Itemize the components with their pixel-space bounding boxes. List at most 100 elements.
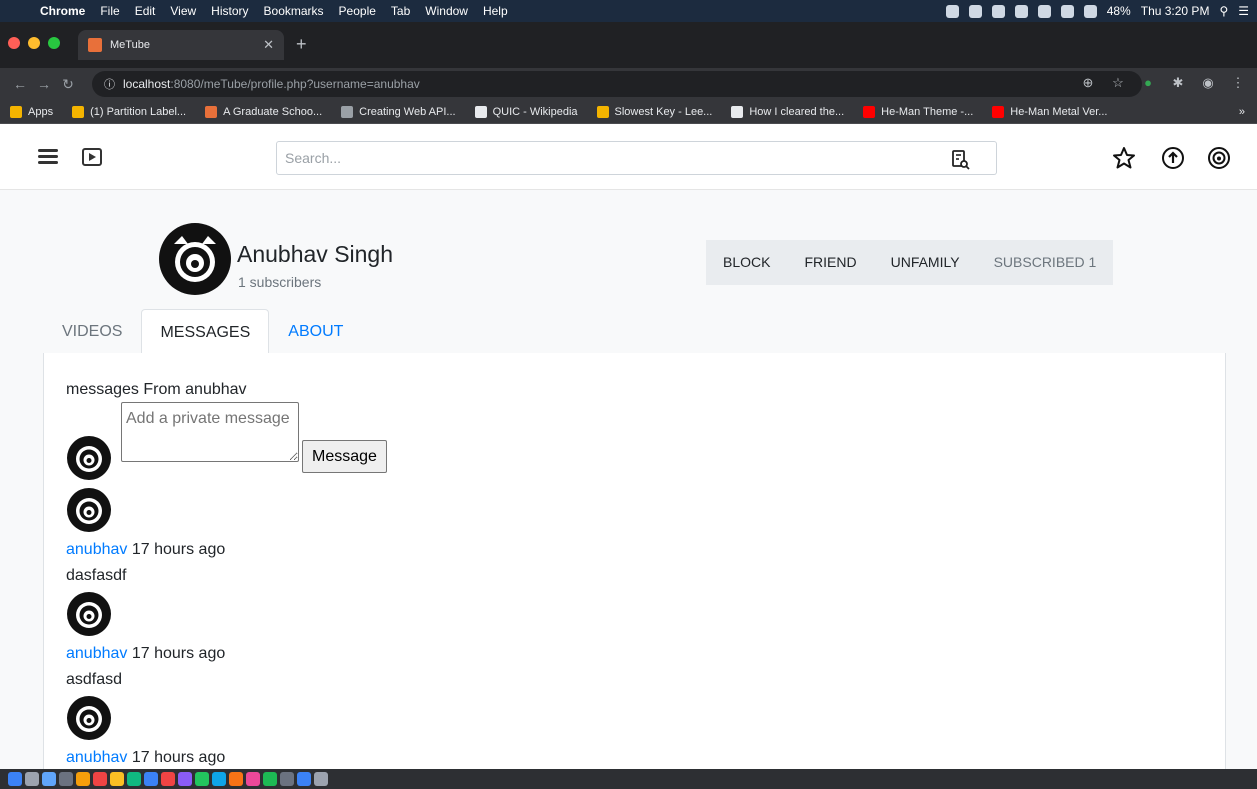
menu-help[interactable]: Help (483, 4, 508, 18)
more-bookmarks-icon[interactable]: » (1239, 106, 1245, 118)
bookmark-item[interactable]: He-Man Theme -... (863, 105, 973, 118)
bookmark-item[interactable]: (1) Partition Label... (72, 105, 186, 118)
app-icon[interactable] (297, 772, 311, 786)
bookmark-item[interactable]: How I cleared the... (731, 105, 844, 118)
close-tab-icon[interactable]: ✕ (263, 37, 274, 53)
subscribed-button[interactable]: SUBSCRIBED 1 (977, 240, 1114, 285)
spotify-icon[interactable] (263, 772, 277, 786)
tab-videos[interactable]: VIDEOS (43, 309, 141, 354)
launchpad-icon[interactable] (25, 772, 39, 786)
bookmarks-bar: Apps (1) Partition Label... A Graduate S… (0, 100, 1257, 124)
bookmark-item[interactable]: He-Man Metal Ver... (992, 105, 1107, 118)
close-window-icon[interactable] (8, 37, 20, 49)
send-message-button[interactable]: Message (302, 440, 387, 473)
app-icon[interactable] (110, 772, 124, 786)
avatar (67, 696, 111, 740)
menu-people[interactable]: People (339, 4, 376, 18)
search-icon[interactable]: ⚲ (1219, 4, 1228, 18)
address-bar[interactable]: ⓘ localhost :8080/meTube/profile.php?use… (92, 71, 1142, 97)
tray-icon[interactable] (1014, 4, 1028, 18)
message-text: dasfasdf (66, 567, 127, 584)
app-icon[interactable] (59, 772, 73, 786)
tray-icon[interactable] (991, 4, 1005, 18)
tray-icon[interactable] (1037, 4, 1051, 18)
menu-bookmarks[interactable]: Bookmarks (264, 4, 324, 18)
grammarly-icon[interactable]: ● (1139, 74, 1157, 92)
message-author-link[interactable]: anubhav (66, 749, 127, 766)
clock[interactable]: Thu 3:20 PM (1141, 4, 1210, 18)
tray-icon[interactable] (968, 4, 982, 18)
bookmark-star-icon[interactable]: ☆ (1109, 74, 1127, 92)
message-meta: anubhav 17 hours ago (66, 749, 225, 767)
menu-window[interactable]: Window (425, 4, 468, 18)
hamburger-menu-icon[interactable] (38, 149, 58, 165)
star-icon[interactable] (1112, 146, 1136, 170)
message-author-link[interactable]: anubhav (66, 541, 127, 558)
bookmark-item[interactable]: QUIC - Wikipedia (474, 105, 578, 118)
search-button[interactable] (927, 141, 997, 175)
safari-icon[interactable] (42, 772, 56, 786)
metube-favicon-icon (88, 38, 102, 52)
reload-icon[interactable]: ↻ (56, 76, 80, 93)
menu-file[interactable]: File (100, 4, 119, 18)
menu-app-name[interactable]: Chrome (40, 4, 85, 18)
tray-icon[interactable] (1060, 4, 1074, 18)
url-host: localhost (123, 77, 171, 91)
bookmark-item[interactable]: A Graduate Schoo... (205, 105, 322, 118)
app-icon[interactable] (212, 772, 226, 786)
app-icon[interactable] (246, 772, 260, 786)
app-icon[interactable] (178, 772, 192, 786)
bookmark-item[interactable]: Creating Web API... (341, 105, 456, 118)
avatar (67, 488, 111, 532)
unfamily-button[interactable]: UNFAMILY (874, 240, 977, 285)
app-icon[interactable] (229, 772, 243, 786)
trash-icon[interactable] (314, 772, 328, 786)
new-tab-icon[interactable]: + (296, 34, 307, 55)
macos-dock (0, 769, 1257, 789)
menu-list-icon[interactable]: ☰ (1238, 4, 1249, 18)
extensions-puzzle-icon[interactable]: ✱ (1169, 74, 1187, 92)
tab-about[interactable]: ABOUT (269, 309, 362, 354)
chrome-menu-icon[interactable]: ⋮ (1229, 74, 1247, 92)
message-time: 17 hours ago (131, 749, 226, 766)
bookmark-favicon-icon (72, 105, 85, 118)
app-icon[interactable] (144, 772, 158, 786)
subscriber-count: 1 subscribers (238, 274, 322, 290)
back-icon[interactable]: ← (8, 76, 32, 92)
wifi-icon[interactable] (1083, 4, 1097, 18)
battery-percent[interactable]: 48% (1107, 4, 1131, 18)
bookmark-item[interactable]: Slowest Key - Lee... (596, 105, 712, 118)
app-icon[interactable] (280, 772, 294, 786)
bookmark-apps[interactable]: Apps (10, 105, 53, 118)
profile-avatar-icon[interactable]: ◉ (1199, 74, 1217, 92)
upload-icon[interactable] (1161, 146, 1185, 170)
browser-tab-active[interactable]: MeTube ✕ (78, 30, 284, 60)
app-icon[interactable] (93, 772, 107, 786)
play-logo-icon[interactable] (82, 148, 102, 166)
menu-view[interactable]: View (170, 4, 196, 18)
tab-messages[interactable]: MESSAGES (141, 309, 270, 354)
user-avatar-icon[interactable] (1207, 146, 1231, 170)
app-icon[interactable] (76, 772, 90, 786)
zoom-icon[interactable]: ⊕ (1079, 74, 1097, 92)
finder-icon[interactable] (8, 772, 22, 786)
youtube-icon (863, 105, 876, 118)
friend-button[interactable]: FRIEND (787, 240, 873, 285)
private-message-input[interactable] (121, 402, 299, 462)
tray-icon[interactable] (945, 4, 959, 18)
minimize-window-icon[interactable] (28, 37, 40, 49)
site-info-icon[interactable]: ⓘ (104, 76, 115, 92)
app-icon[interactable] (161, 772, 175, 786)
forward-icon[interactable]: → (32, 76, 56, 92)
medium-icon (731, 105, 744, 118)
app-icon[interactable] (127, 772, 141, 786)
menu-edit[interactable]: Edit (135, 4, 156, 18)
block-button[interactable]: BLOCK (706, 240, 787, 285)
menu-history[interactable]: History (211, 4, 248, 18)
maximize-window-icon[interactable] (48, 37, 60, 49)
message-author-link[interactable]: anubhav (66, 645, 127, 662)
menu-tab[interactable]: Tab (391, 4, 410, 18)
avatar (67, 436, 111, 480)
search-input[interactable] (276, 141, 928, 175)
app-icon[interactable] (195, 772, 209, 786)
